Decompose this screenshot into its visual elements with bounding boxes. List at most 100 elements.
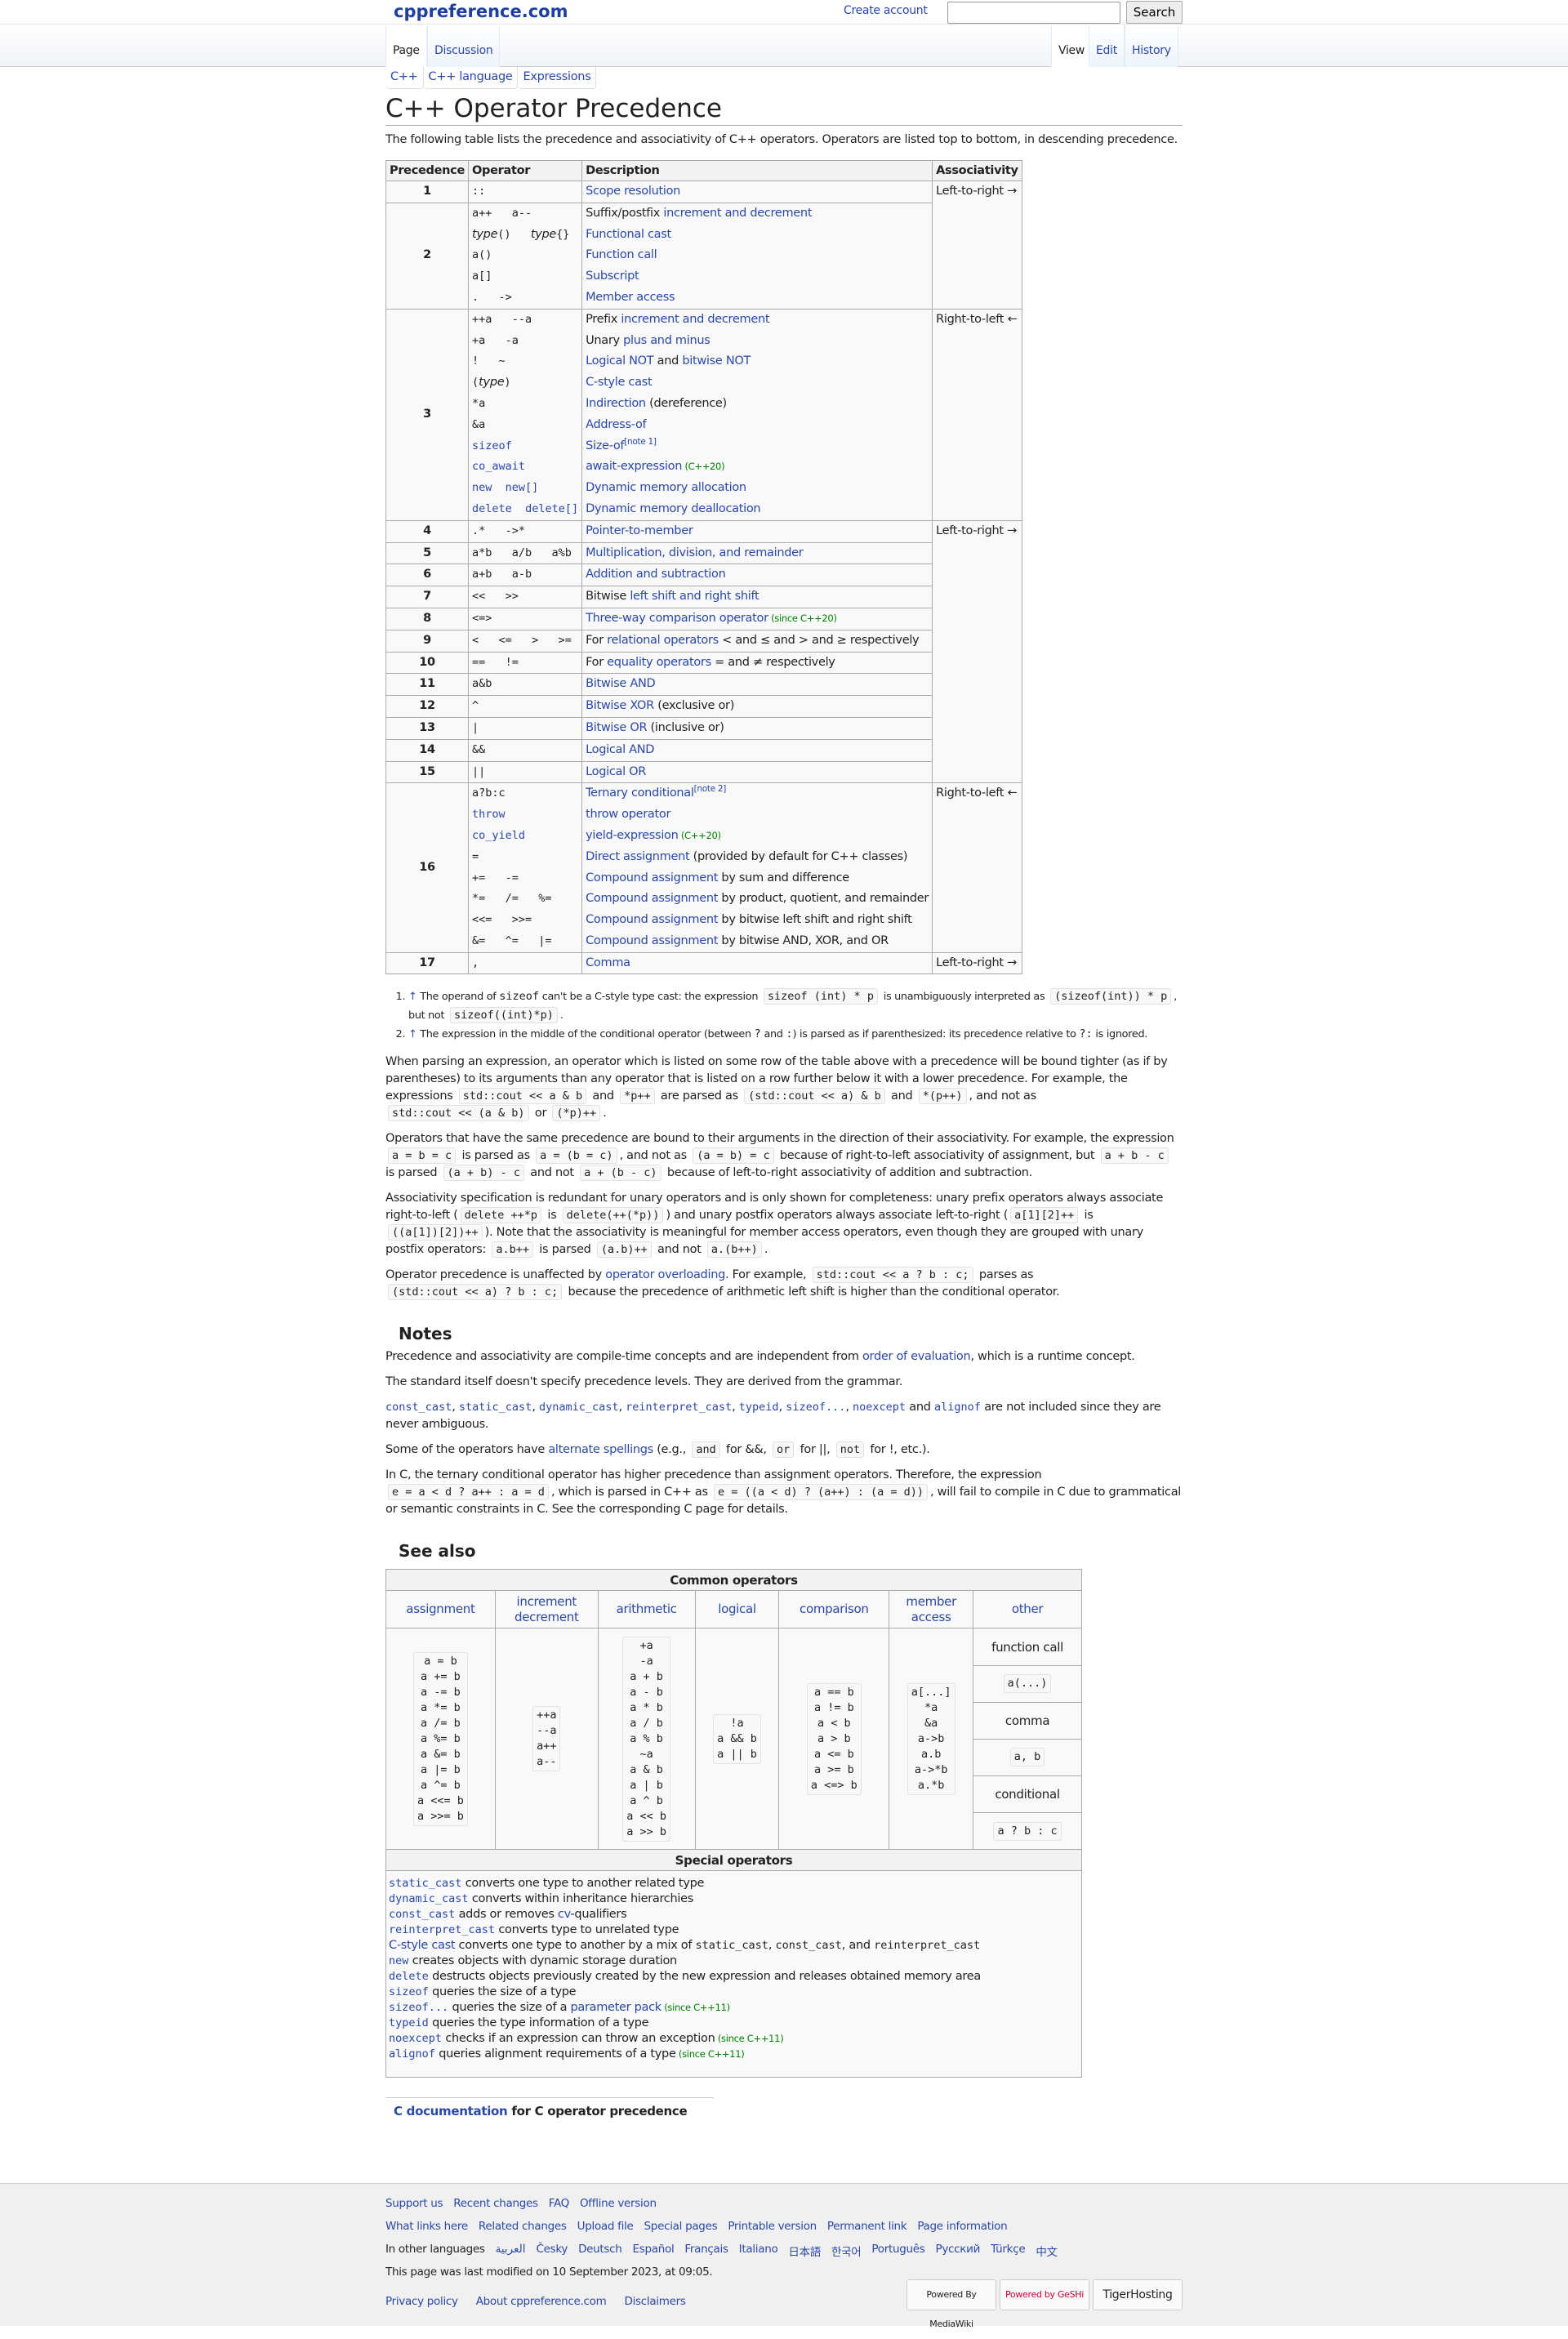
link[interactable]: Compound assignment [586,892,718,905]
keyword-link[interactable]: const_cast [389,1908,455,1921]
keyword-link[interactable]: alignof [389,2047,435,2061]
tab-edit[interactable]: Edit [1089,25,1125,67]
footer-link[interactable]: Page information [917,2220,1007,2233]
keyword-link[interactable]: sizeof... [786,1401,845,1414]
note-ref-link[interactable]: [note 1] [624,437,657,447]
keyword-link[interactable]: static_cast [389,1877,461,1890]
link[interactable]: order of evaluation [862,1350,971,1363]
link[interactable]: Subscript [586,270,639,283]
footer-link[interactable]: Español [633,2243,675,2259]
link[interactable]: operator overloading [605,1268,725,1281]
keyword-link[interactable]: delete [472,502,512,515]
link[interactable]: Logical OR [586,765,646,778]
link[interactable]: Bitwise AND [586,677,656,690]
footer-link[interactable]: Italiano [739,2243,778,2259]
keyword-link[interactable]: reinterpret_cast [389,1923,495,1936]
link[interactable]: increment and decrement [663,207,812,220]
link[interactable]: Multiplication, division, and remainder [586,546,804,559]
keyword-link[interactable]: new [472,481,492,494]
footer-link[interactable]: Privacy policy [385,2295,458,2308]
tab-view[interactable]: View [1051,25,1093,67]
link[interactable]: bitwise NOT [682,354,751,368]
footer-link[interactable]: Upload file [577,2220,634,2233]
footer-link[interactable]: About cppreference.com [476,2295,607,2308]
keyword-link[interactable]: co_await [472,460,525,473]
breadcrumb-cpp-language[interactable]: C++ language [423,67,519,89]
breadcrumb-expressions[interactable]: Expressions [518,67,597,89]
link[interactable]: Compound assignment [586,871,718,884]
mediawiki-badge[interactable]: Powered By MediaWiki [906,2279,996,2329]
category-link[interactable]: arithmetic [599,1602,695,1617]
link[interactable]: alternate spellings [548,1443,653,1456]
link[interactable]: Ternary conditional [586,786,694,800]
category-link[interactable]: comparison [779,1602,889,1617]
link[interactable]: parameter pack [570,2001,662,2014]
link[interactable]: Logical NOT [586,354,654,368]
tab-history[interactable]: History [1125,25,1178,67]
footer-link[interactable]: Русский [936,2243,981,2259]
link[interactable]: throw operator [586,808,670,821]
link[interactable]: ↑ [408,1028,417,1040]
link[interactable]: yield-expression [586,829,679,842]
tab-page[interactable]: Page [385,25,427,67]
category-link[interactable]: increment [496,1594,598,1610]
footer-link[interactable]: Português [871,2243,924,2259]
link[interactable]: Member access [586,291,675,304]
keyword-link[interactable]: typeid [389,2016,429,2029]
keyword-link[interactable]: const_cast [385,1401,452,1414]
footer-link[interactable]: 한국어 [831,2243,862,2259]
link[interactable]: C documentation [394,2104,508,2118]
link[interactable]: Addition and subtraction [586,568,726,581]
keyword-link[interactable]: throw [472,808,506,821]
footer-link[interactable]: العربية [496,2243,526,2259]
geshi-badge[interactable]: Powered by GeSHi [1000,2279,1089,2310]
keyword-link[interactable]: sizeof [472,439,512,452]
category-link[interactable]: other [973,1602,1081,1617]
link[interactable]: left shift and right shift [630,590,759,603]
link[interactable]: Compound assignment [586,913,718,926]
footer-link[interactable]: Offline version [580,2197,657,2210]
link[interactable]: Bitwise XOR [586,699,654,712]
link[interactable]: cv [558,1908,571,1921]
footer-link[interactable]: What links here [385,2220,468,2233]
footer-link[interactable]: Česky [536,2243,568,2259]
link[interactable]: Size-of [586,439,624,452]
keyword-link[interactable]: alignof [934,1401,981,1414]
keyword-link[interactable]: sizeof... [389,2001,448,2014]
link[interactable]: C-style cast [389,1939,456,1952]
keyword-link[interactable]: typeid [739,1401,779,1414]
link[interactable]: Function call [586,248,657,261]
link[interactable]: Compound assignment [586,934,718,947]
link[interactable]: Pointer-to-member [586,524,693,537]
keyword-link[interactable]: new[] [506,481,539,494]
footer-link[interactable]: Special pages [644,2220,718,2233]
footer-link[interactable]: Support us [385,2197,443,2210]
link[interactable]: await-expression [586,460,682,473]
tab-discussion[interactable]: Discussion [427,25,501,67]
keyword-link[interactable]: new [389,1954,408,1967]
footer-link[interactable]: 日本語 [788,2243,821,2259]
footer-link[interactable]: Türkçe [991,2243,1026,2259]
link[interactable]: Direct assignment [586,850,690,863]
link[interactable]: Functional cast [586,228,671,241]
keyword-link[interactable]: delete [389,1970,429,1983]
keyword-link[interactable]: reinterpret_cast [626,1401,732,1414]
link[interactable]: Bitwise OR [586,721,647,734]
link[interactable]: C-style cast [586,376,653,389]
note-ref-link[interactable]: [note 2] [694,784,727,794]
site-logo[interactable]: cppreference.com [394,2,568,21]
keyword-link[interactable]: static_cast [459,1401,532,1414]
create-account-link[interactable]: Create account [844,4,928,17]
category-link[interactable]: access [889,1610,973,1625]
category-link[interactable]: decrement [496,1610,598,1625]
link[interactable]: Indirection [586,397,646,410]
category-link[interactable]: assignment [386,1602,495,1617]
breadcrumb-cpp[interactable]: C++ [385,67,424,89]
footer-link[interactable]: Français [684,2243,728,2259]
category-link[interactable]: logical [696,1602,779,1617]
link[interactable]: Address-of [586,418,647,431]
footer-link[interactable]: Printable version [728,2220,817,2233]
link[interactable]: Scope resolution [586,185,680,198]
link[interactable]: relational operators [607,634,719,647]
link[interactable]: Logical AND [586,743,654,756]
